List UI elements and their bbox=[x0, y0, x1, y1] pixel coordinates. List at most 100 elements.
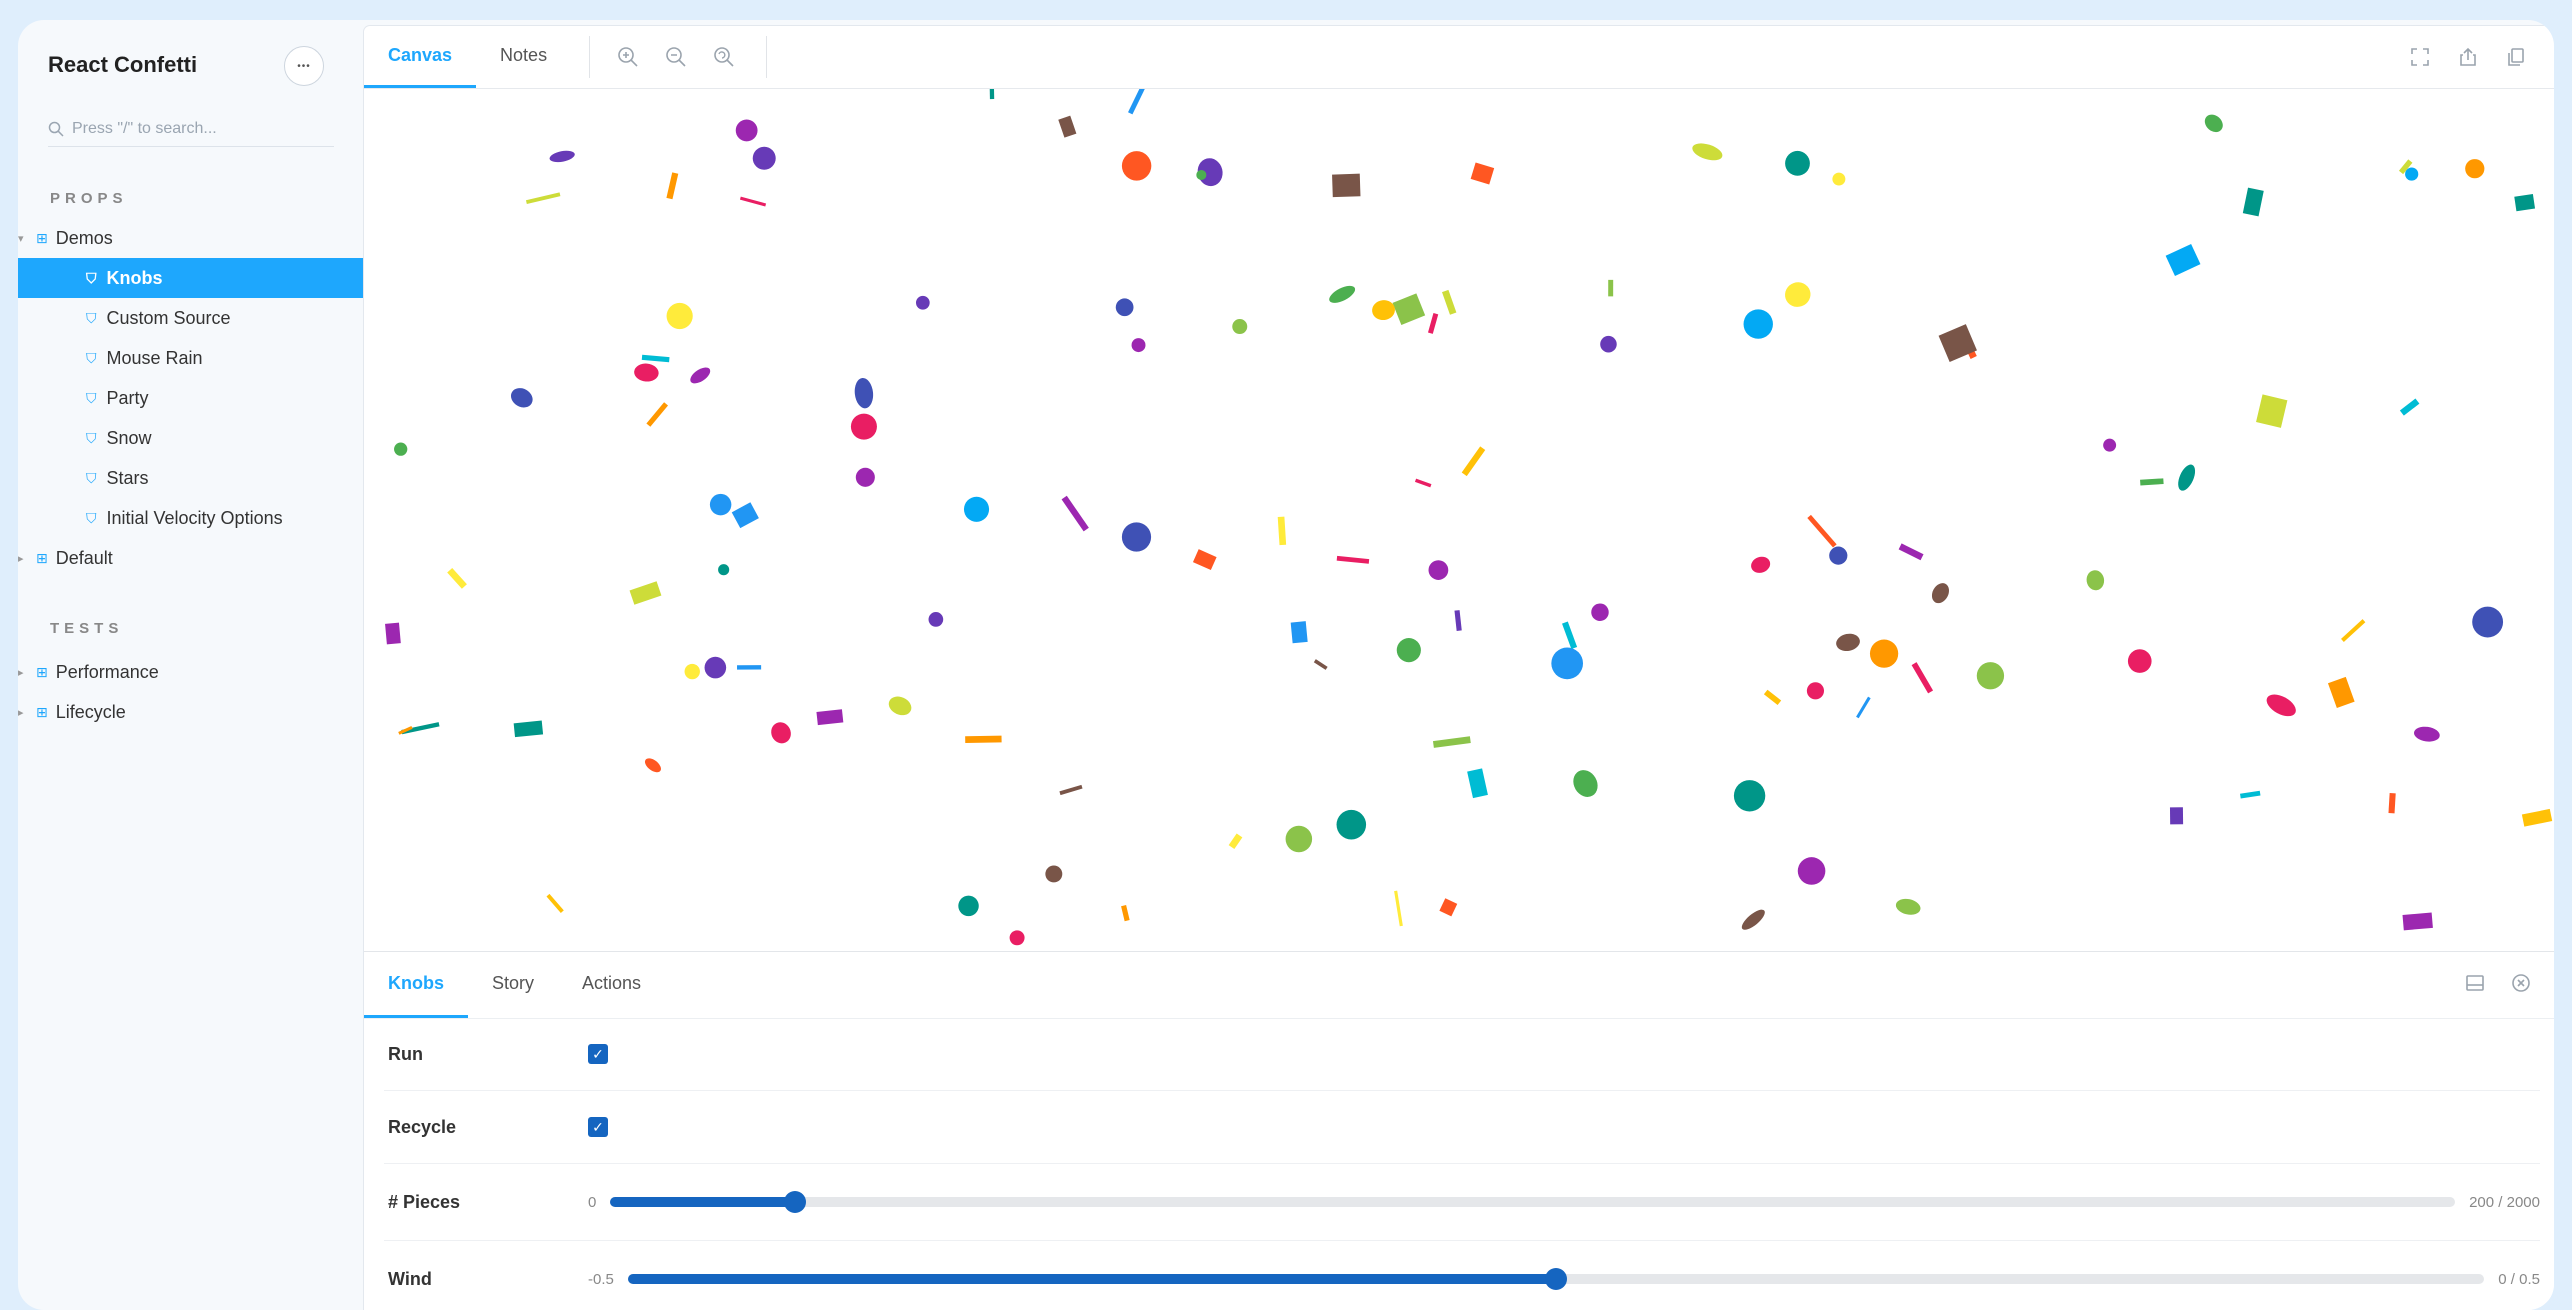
share-icon[interactable] bbox=[2444, 26, 2492, 88]
confetti-piece bbox=[1428, 560, 1449, 580]
confetti-piece bbox=[1600, 335, 1617, 353]
confetti-piece bbox=[1329, 285, 1356, 303]
check-icon: ✓ bbox=[592, 1045, 604, 1062]
confetti-piece bbox=[1797, 857, 1826, 885]
confetti-piece bbox=[1807, 514, 1837, 548]
story-label: Stars bbox=[106, 467, 149, 488]
confetti-piece bbox=[2256, 394, 2288, 428]
knob-row-run: Run ✓ bbox=[384, 1018, 2540, 1091]
confetti-piece bbox=[1059, 784, 1083, 796]
confetti-piece bbox=[1009, 930, 1025, 946]
fullscreen-icon[interactable] bbox=[2396, 26, 2444, 88]
story-party[interactable]: ⛉ Party bbox=[18, 378, 366, 418]
tab-knobs[interactable]: Knobs bbox=[364, 952, 468, 1018]
confetti-piece bbox=[513, 720, 544, 738]
close-icon[interactable] bbox=[2510, 972, 2532, 999]
confetti-piece bbox=[646, 402, 669, 427]
confetti-piece bbox=[1392, 293, 1426, 325]
confetti-piece bbox=[1045, 865, 1063, 883]
confetti-piece bbox=[731, 502, 759, 529]
confetti-piece bbox=[2266, 694, 2296, 717]
slider-thumb[interactable] bbox=[783, 1191, 806, 1213]
confetti-piece bbox=[718, 564, 730, 576]
tree-group-performance[interactable]: ▸ ⊞ Performance bbox=[18, 652, 159, 692]
confetti-piece bbox=[1895, 898, 1921, 915]
confetti-piece bbox=[2402, 912, 2433, 931]
story-initial-velocity-options[interactable]: ⛉ Initial Velocity Options bbox=[18, 498, 366, 538]
confetti-piece bbox=[965, 735, 1002, 743]
bookmark-icon: ⛉ bbox=[86, 509, 97, 526]
wind-slider[interactable] bbox=[627, 1268, 2485, 1290]
run-checkbox[interactable]: ✓ bbox=[588, 1044, 608, 1064]
confetti-piece bbox=[735, 119, 758, 142]
addons-toolbar-right bbox=[2464, 952, 2532, 1018]
confetti-piece bbox=[1228, 833, 1243, 850]
app-title[interactable]: React Confetti bbox=[48, 52, 197, 78]
confetti-piece bbox=[1192, 549, 1217, 571]
caret-right-icon: ▸ bbox=[18, 666, 24, 679]
confetti-piece bbox=[1763, 689, 1782, 706]
search-icon bbox=[48, 121, 64, 137]
story-label: Custom Source bbox=[106, 307, 231, 328]
tree-group-default[interactable]: ▸ ⊞ Default bbox=[18, 538, 113, 578]
zoom-reset-icon[interactable] bbox=[700, 26, 748, 88]
zoom-in-icon[interactable] bbox=[604, 26, 652, 88]
confetti-piece bbox=[1394, 890, 1403, 927]
confetti-piece bbox=[1414, 478, 1432, 488]
confetti-piece bbox=[2521, 808, 2553, 827]
confetti-piece bbox=[1427, 313, 1439, 334]
confetti-piece bbox=[1741, 909, 1765, 930]
tab-actions[interactable]: Actions bbox=[558, 952, 665, 1018]
confetti-piece bbox=[510, 388, 533, 408]
pieces-slider-group: 0 200 / 2000 bbox=[588, 1191, 2540, 1213]
app-frame: React Confetti ••• Press "/" to search..… bbox=[18, 20, 2554, 1310]
slider-thumb[interactable] bbox=[1545, 1268, 1568, 1290]
confetti-piece bbox=[1743, 309, 1773, 339]
zoom-out-icon[interactable] bbox=[652, 26, 700, 88]
story-stars[interactable]: ⛉ Stars bbox=[18, 458, 366, 498]
copy-icon[interactable] bbox=[2492, 26, 2540, 88]
story-custom-source[interactable]: ⛉ Custom Source bbox=[18, 298, 366, 338]
confetti-piece bbox=[854, 377, 874, 409]
search-input[interactable]: Press "/" to search... bbox=[48, 112, 334, 147]
tests-section-heading: TESTS bbox=[50, 620, 124, 637]
tree-group-demos[interactable]: ▾ ⊞ Demos bbox=[18, 218, 113, 258]
caret-right-icon: ▸ bbox=[18, 552, 24, 565]
confetti-piece bbox=[915, 295, 930, 310]
story-label: Mouse Rain bbox=[106, 347, 203, 368]
story-mouse-rain[interactable]: ⛉ Mouse Rain bbox=[18, 338, 366, 378]
caret-right-icon: ▸ bbox=[18, 706, 24, 719]
story-knobs[interactable]: ⛉ Knobs bbox=[18, 258, 366, 298]
preview-canvas[interactable] bbox=[364, 89, 2554, 951]
tab-canvas[interactable]: Canvas bbox=[364, 26, 477, 88]
confetti-piece bbox=[1806, 682, 1825, 700]
toolbar-divider bbox=[766, 36, 768, 78]
tree-group-label: Demos bbox=[55, 227, 113, 248]
confetti-piece bbox=[1232, 319, 1248, 335]
confetti-piece bbox=[629, 581, 662, 605]
confetti-piece bbox=[1372, 300, 1395, 321]
confetti-piece bbox=[1439, 898, 1458, 917]
confetti-piece bbox=[989, 89, 995, 100]
confetti-piece bbox=[1836, 633, 1860, 652]
confetti-piece bbox=[1115, 298, 1134, 317]
story-label: Party bbox=[106, 387, 149, 408]
panel-layout-icon[interactable] bbox=[2464, 972, 2486, 999]
confetti-piece bbox=[2242, 187, 2264, 217]
confetti-piece bbox=[2086, 570, 2105, 591]
story-snow[interactable]: ⛉ Snow bbox=[18, 418, 366, 458]
tab-story[interactable]: Story bbox=[468, 952, 558, 1018]
confetti-piece bbox=[2465, 159, 2485, 179]
pieces-slider[interactable] bbox=[610, 1191, 2456, 1213]
tree-group-lifecycle[interactable]: ▸ ⊞ Lifecycle bbox=[18, 692, 126, 732]
tab-notes[interactable]: Notes bbox=[476, 26, 571, 88]
tree-group-label: Default bbox=[55, 547, 113, 568]
confetti-piece bbox=[1591, 603, 1609, 622]
bookmark-icon: ⛉ bbox=[86, 429, 97, 446]
confetti-piece bbox=[1121, 522, 1152, 552]
confetti-piece bbox=[2169, 807, 2184, 825]
sidebar-menu-button[interactable]: ••• bbox=[284, 46, 324, 86]
confetti-piece bbox=[1285, 825, 1313, 853]
knob-row-pieces: # Pieces 0 200 / 2000 bbox=[384, 1164, 2540, 1241]
recycle-checkbox[interactable]: ✓ bbox=[588, 1117, 608, 1137]
